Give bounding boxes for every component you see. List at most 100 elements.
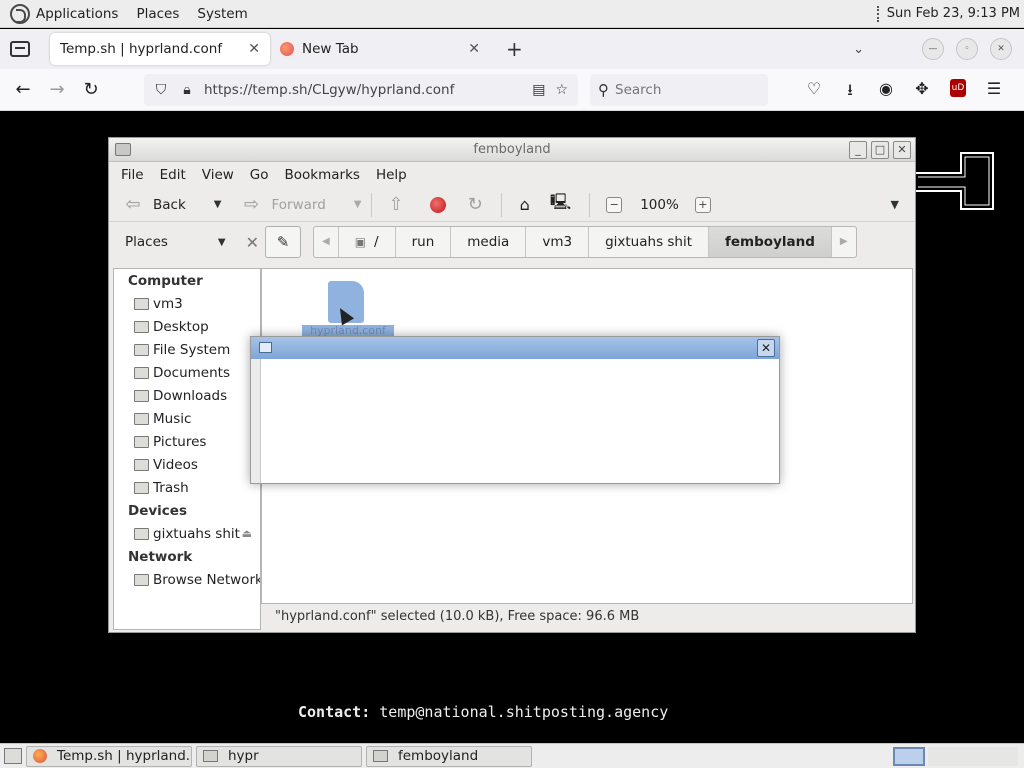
breadcrumb-root[interactable]: ▣ /: [337, 227, 395, 257]
reader-view-icon[interactable]: ▤: [532, 82, 545, 98]
chevron-down-icon[interactable]: ⌄: [853, 42, 864, 57]
menu-view[interactable]: View: [202, 167, 234, 183]
menu-help[interactable]: Help: [376, 167, 407, 183]
lock-icon[interactable]: 🔒︎: [178, 82, 196, 98]
sidebar-item-videos[interactable]: Videos: [114, 453, 260, 476]
home-folder-icon[interactable]: ⌂: [520, 195, 530, 214]
maximize-button[interactable]: □: [871, 141, 889, 159]
sidebar-item-pictures[interactable]: Pictures: [114, 430, 260, 453]
sidebar-item-trash[interactable]: Trash: [114, 476, 260, 499]
sidebar-item-downloads[interactable]: Downloads: [114, 384, 260, 407]
close-button[interactable]: ✕: [757, 339, 775, 357]
sidebar-item-label: Downloads: [153, 387, 228, 404]
reload-icon[interactable]: ↻: [468, 194, 483, 215]
folder-icon: [115, 143, 131, 156]
breadcrumb-gixtuahs-shit[interactable]: gixtuahs shit: [588, 227, 708, 257]
forward-history-dropdown-icon[interactable]: ▼: [354, 199, 362, 210]
back-history-dropdown-icon[interactable]: ▼: [214, 199, 222, 210]
sidebar-item-documents[interactable]: Documents: [114, 361, 260, 384]
search-input[interactable]: [615, 82, 755, 98]
toolbar-overflow-icon[interactable]: ▼: [891, 198, 899, 211]
task-firefox[interactable]: Temp.sh | hyprland....: [26, 745, 192, 767]
workspace-1[interactable]: [893, 747, 925, 766]
menu-hamburger-icon[interactable]: ☰: [976, 79, 1012, 106]
toolbar: ⇦ Back ▼ ⇨ Forward ▼ ⇧ ↻ ⌂ 🖳︎ − 100% + ▼: [109, 188, 915, 222]
contact-label: Contact:: [298, 703, 371, 721]
contact-email[interactable]: temp@national.shitposting.agency: [370, 703, 668, 721]
minimize-button[interactable]: _: [849, 141, 867, 159]
back-arrow-icon[interactable]: ←: [12, 79, 34, 100]
folder-icon: [134, 458, 149, 471]
task-femboyland[interactable]: femboyland: [366, 745, 532, 767]
up-arrow-icon[interactable]: ⇧: [388, 194, 403, 215]
download-icon[interactable]: ⭳: [832, 79, 868, 106]
menu-bookmarks[interactable]: Bookmarks: [285, 167, 360, 183]
breadcrumb-right-arrow-icon[interactable]: ▶: [830, 227, 856, 257]
chevron-down-icon[interactable]: ▼: [218, 237, 226, 248]
folder-icon: [373, 750, 388, 762]
breadcrumb-media[interactable]: media: [450, 227, 525, 257]
sidebar-item-label: Trash: [153, 479, 189, 496]
breadcrumb-left-arrow-icon[interactable]: ◀: [314, 227, 338, 257]
close-sidebar-icon[interactable]: ✕: [246, 233, 259, 252]
menu-applications[interactable]: Applications: [36, 6, 118, 22]
show-desktop-icon[interactable]: [4, 748, 22, 764]
new-tab-button[interactable]: +: [506, 37, 523, 61]
breadcrumb-run[interactable]: run: [394, 227, 451, 257]
minimize-button[interactable]: —: [922, 38, 944, 60]
computer-icon[interactable]: 🖳︎: [550, 191, 571, 218]
tab-new-tab[interactable]: New Tab ✕: [270, 33, 490, 65]
pocket-icon[interactable]: ♡: [796, 79, 832, 106]
breadcrumb-vm3[interactable]: vm3: [525, 227, 588, 257]
tab-temp-sh[interactable]: Temp.sh | hyprland.conf ✕: [50, 33, 270, 65]
edit-location-icon[interactable]: ✎: [265, 226, 301, 258]
folder-icon: [134, 366, 149, 379]
reload-icon[interactable]: ↻: [80, 79, 102, 100]
bookmark-star-icon[interactable]: ☆: [555, 82, 568, 98]
url-text[interactable]: https://temp.sh/CLgyw/hyprland.conf: [204, 82, 532, 98]
sidebar-item-desktop[interactable]: Desktop: [114, 315, 260, 338]
close-button[interactable]: ✕: [893, 141, 911, 159]
menu-go[interactable]: Go: [250, 167, 269, 183]
clock[interactable]: Sun Feb 23, 9:13 PM: [887, 6, 1020, 21]
sidebar-item-file-system[interactable]: File System: [114, 338, 260, 361]
close-tab-icon[interactable]: ✕: [248, 41, 260, 57]
shield-icon[interactable]: ⛉: [152, 82, 170, 98]
menu-edit[interactable]: Edit: [160, 167, 186, 183]
window-titlebar[interactable]: femboyland _ □ ✕: [109, 138, 915, 162]
forward-arrow-icon[interactable]: →: [46, 79, 68, 100]
sidebar-item-vm3[interactable]: vm3: [114, 292, 260, 315]
stop-icon[interactable]: [429, 196, 446, 213]
close-window-button[interactable]: ✕: [990, 38, 1012, 60]
search-box[interactable]: ⚲: [590, 74, 768, 106]
firefox-icon: [33, 749, 47, 763]
tab-overview-icon[interactable]: [10, 41, 30, 57]
top-panel: Applications Places System Sun Feb 23, 9…: [0, 0, 1024, 28]
eject-icon[interactable]: ⏏: [242, 527, 252, 540]
task-label: hypr: [228, 748, 259, 764]
forward-button[interactable]: ⇨ Forward: [239, 194, 326, 216]
menu-file[interactable]: File: [121, 167, 144, 183]
sidebar-item-browse-network[interactable]: Browse Network: [114, 568, 260, 591]
menu-places[interactable]: Places: [136, 6, 179, 22]
maximize-button[interactable]: ◦: [956, 38, 978, 60]
back-button[interactable]: ⇦ Back: [121, 194, 185, 216]
zoom-in-icon[interactable]: +: [694, 196, 711, 213]
sidebar-item-gixtuahs-shit[interactable]: gixtuahs shit ⏏: [114, 522, 260, 545]
toolbar-separator: [371, 192, 373, 217]
sidebar-item-music[interactable]: Music: [114, 407, 260, 430]
task-hypr[interactable]: hypr: [196, 745, 362, 767]
account-icon[interactable]: ◉: [868, 79, 904, 106]
sidebar-selector[interactable]: Places ▼ ✕: [113, 226, 259, 258]
menu-system[interactable]: System: [197, 6, 247, 22]
close-tab-icon[interactable]: ✕: [468, 41, 480, 57]
extensions-icon[interactable]: ✥: [904, 79, 940, 106]
distro-logo-icon[interactable]: [10, 3, 30, 24]
url-bar[interactable]: ⛉ 🔒︎ https://temp.sh/CLgyw/hyprland.conf…: [144, 74, 578, 106]
zoom-out-icon[interactable]: −: [606, 196, 623, 213]
ublock-icon[interactable]: uD: [950, 79, 966, 97]
toolbar-separator: [589, 192, 591, 217]
dialog-titlebar[interactable]: ✕: [251, 337, 779, 359]
workspace-2[interactable]: [928, 747, 1018, 766]
breadcrumb-femboyland[interactable]: femboyland: [708, 227, 831, 257]
